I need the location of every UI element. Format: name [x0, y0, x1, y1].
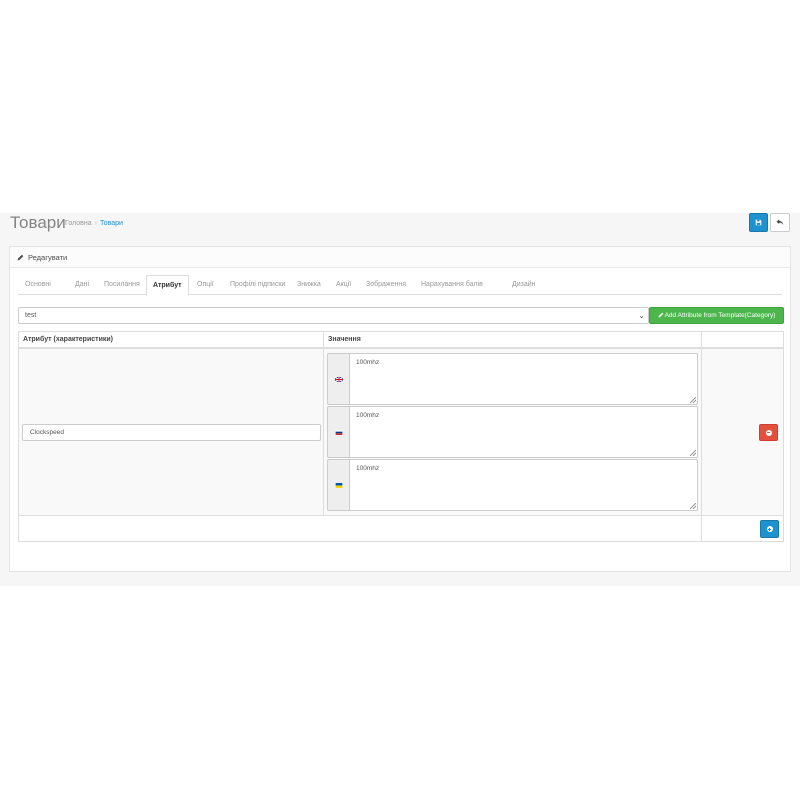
chevron-down-icon: ⌄	[638, 311, 645, 320]
language-addon	[327, 353, 349, 405]
uk-flag-icon	[334, 376, 343, 382]
action-cell	[702, 349, 783, 515]
value-textarea-ua[interactable]	[349, 459, 698, 511]
tab-data[interactable]: Дані	[75, 275, 89, 295]
tab-subscription[interactable]: Профілі підписки	[230, 275, 285, 295]
tab-image[interactable]: Зображення	[366, 275, 406, 295]
breadcrumb-separator: ›	[94, 220, 97, 227]
tab-special[interactable]: Акції	[336, 275, 351, 295]
attribute-name-input[interactable]: Clockspeed	[22, 424, 321, 441]
minus-circle-icon	[765, 429, 772, 436]
value-textarea-ru[interactable]	[349, 406, 698, 458]
add-attribute-button[interactable]	[760, 520, 779, 538]
add-attribute-template-button[interactable]: Add Attribute from Template(Category)	[649, 307, 784, 324]
table-row: Clockspeed	[19, 349, 783, 516]
language-addon	[327, 406, 349, 458]
pencil-icon	[17, 254, 24, 260]
tab-attribute[interactable]: Атрибут	[146, 275, 189, 296]
reply-icon	[776, 219, 784, 226]
remove-attribute-button[interactable]	[759, 424, 778, 441]
attribute-table: Атрибут (характеристики) Значення Clocks…	[18, 331, 784, 542]
table-footer-row	[19, 516, 783, 542]
breadcrumb: Головна › Товари	[65, 220, 123, 227]
table-header: Атрибут (характеристики) Значення	[19, 332, 783, 349]
page-title: Товари	[10, 213, 66, 232]
app: Товари Головна › Товари Редагувати Основні…	[0, 213, 800, 586]
breadcrumb-home[interactable]: Головна	[65, 220, 92, 227]
template-row: test ⌄ Add Attribute from Template(Categ…	[18, 307, 784, 324]
ua-flag-icon	[335, 482, 342, 488]
template-select-value: test	[25, 312, 37, 319]
header-actions	[749, 213, 790, 232]
tab-reward-points[interactable]: Нарахування балів	[421, 275, 483, 295]
panel-heading: Редагувати	[10, 247, 790, 268]
tab-discount[interactable]: Знижка	[297, 275, 321, 295]
back-button[interactable]	[770, 213, 790, 232]
column-value: Значення	[324, 332, 702, 347]
pencil-icon	[658, 312, 663, 318]
plus-circle-icon	[766, 526, 773, 532]
add-attribute-template-label: Add Attribute from Template(Category)	[664, 312, 776, 319]
tab-general[interactable]: Основні	[25, 275, 51, 295]
tab-options[interactable]: Опції	[197, 275, 214, 295]
edit-panel: Редагувати Основні Дані Посилання Атрибу…	[9, 246, 791, 572]
save-button[interactable]	[749, 213, 768, 232]
ru-flag-icon	[335, 429, 342, 435]
template-select[interactable]: test ⌄	[18, 307, 649, 324]
value-group-ua	[327, 459, 698, 511]
value-cell	[324, 349, 702, 515]
column-attribute: Атрибут (характеристики)	[19, 332, 324, 347]
value-group-ru	[327, 406, 698, 458]
breadcrumb-products[interactable]: Товари	[100, 220, 123, 227]
page-header: Товари Головна › Товари	[10, 213, 790, 235]
attribute-cell: Clockspeed	[19, 349, 324, 515]
language-addon	[327, 459, 349, 511]
value-group-en	[327, 353, 698, 405]
value-textarea-en[interactable]	[349, 353, 698, 405]
column-actions	[702, 332, 783, 347]
tab-design[interactable]: Дизайн	[512, 275, 536, 295]
save-icon	[755, 219, 762, 226]
tab-links[interactable]: Посилання	[104, 275, 140, 295]
panel-heading-label: Редагувати	[28, 252, 68, 262]
footer-empty-cell	[19, 516, 702, 542]
tab-bar: Основні Дані Посилання Атрибут Опції Про…	[18, 275, 782, 296]
